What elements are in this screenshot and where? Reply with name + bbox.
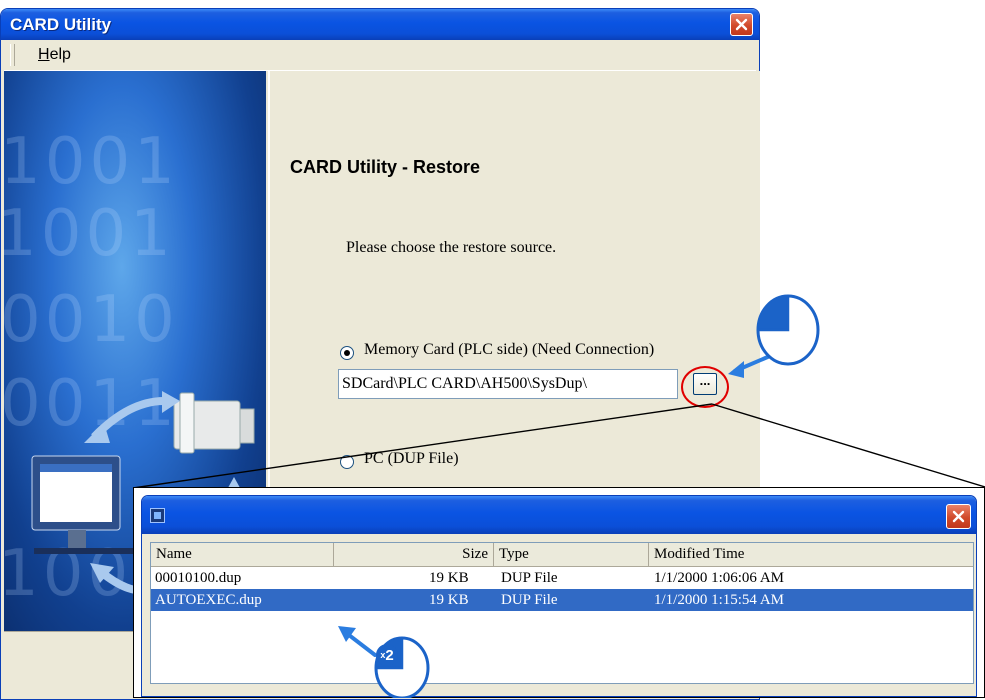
file-modified: 1/1/2000 1:06:06 AM: [654, 570, 785, 586]
close-button[interactable]: [730, 13, 753, 36]
column-header-modified[interactable]: Modified Time: [649, 543, 975, 566]
file-size: 19 KB: [429, 592, 469, 608]
menu-help[interactable]: Help: [38, 46, 71, 64]
file-browser-popup: Name Size Type Modified Time 00010100.du…: [133, 487, 985, 698]
file-name: 00010100.dup: [155, 570, 242, 586]
file-list[interactable]: Name Size Type Modified Time 00010100.du…: [150, 542, 974, 684]
title-bar[interactable]: CARD Utility: [1, 9, 759, 40]
file-modified: 1/1/2000 1:15:54 AM: [654, 592, 785, 608]
file-type: DUP File: [501, 570, 558, 586]
radio-memory-card-label[interactable]: Memory Card (PLC side) (Need Connection): [364, 341, 654, 359]
list-item[interactable]: 00010100.dup 19 KB DUP File 1/1/2000 1:0…: [151, 567, 973, 589]
close-icon: [952, 510, 965, 523]
file-size: 19 KB: [429, 570, 469, 586]
radio-selected-dot: [344, 350, 350, 356]
popup-close-button[interactable]: [946, 504, 971, 529]
radio-memory-card[interactable]: [340, 346, 354, 360]
list-item-selected[interactable]: AUTOEXEC.dup 19 KB DUP File 1/1/2000 1:1…: [151, 589, 973, 611]
file-name: AUTOEXEC.dup: [155, 592, 262, 608]
close-icon: [735, 18, 748, 31]
menu-grip: [10, 44, 15, 66]
app-icon: [150, 508, 165, 523]
mouse-click-icon: [756, 294, 820, 366]
restore-prompt: Please choose the restore source.: [346, 239, 557, 256]
popup-title-bar[interactable]: [142, 496, 976, 534]
file-browser-window: Name Size Type Modified Time 00010100.du…: [141, 495, 977, 697]
column-header-name[interactable]: Name: [151, 543, 334, 566]
radio-pc[interactable]: [340, 455, 354, 469]
column-header-size[interactable]: Size: [334, 543, 494, 566]
file-type: DUP File: [501, 592, 558, 608]
list-header: Name Size Type Modified Time: [151, 543, 973, 567]
card-path-field[interactable]: SDCard\PLC CARD\AH500\SysDup\: [338, 369, 678, 399]
double-click-badge: x2: [376, 644, 398, 666]
page-title: CARD Utility - Restore: [290, 157, 481, 177]
double-click-mouse-icon: [374, 636, 430, 698]
column-header-type[interactable]: Type: [494, 543, 649, 566]
highlight-circle: [681, 366, 729, 408]
menu-bar: Help: [4, 40, 756, 71]
window-title: CARD Utility: [10, 15, 112, 34]
radio-pc-label[interactable]: PC (DUP File): [364, 450, 459, 468]
